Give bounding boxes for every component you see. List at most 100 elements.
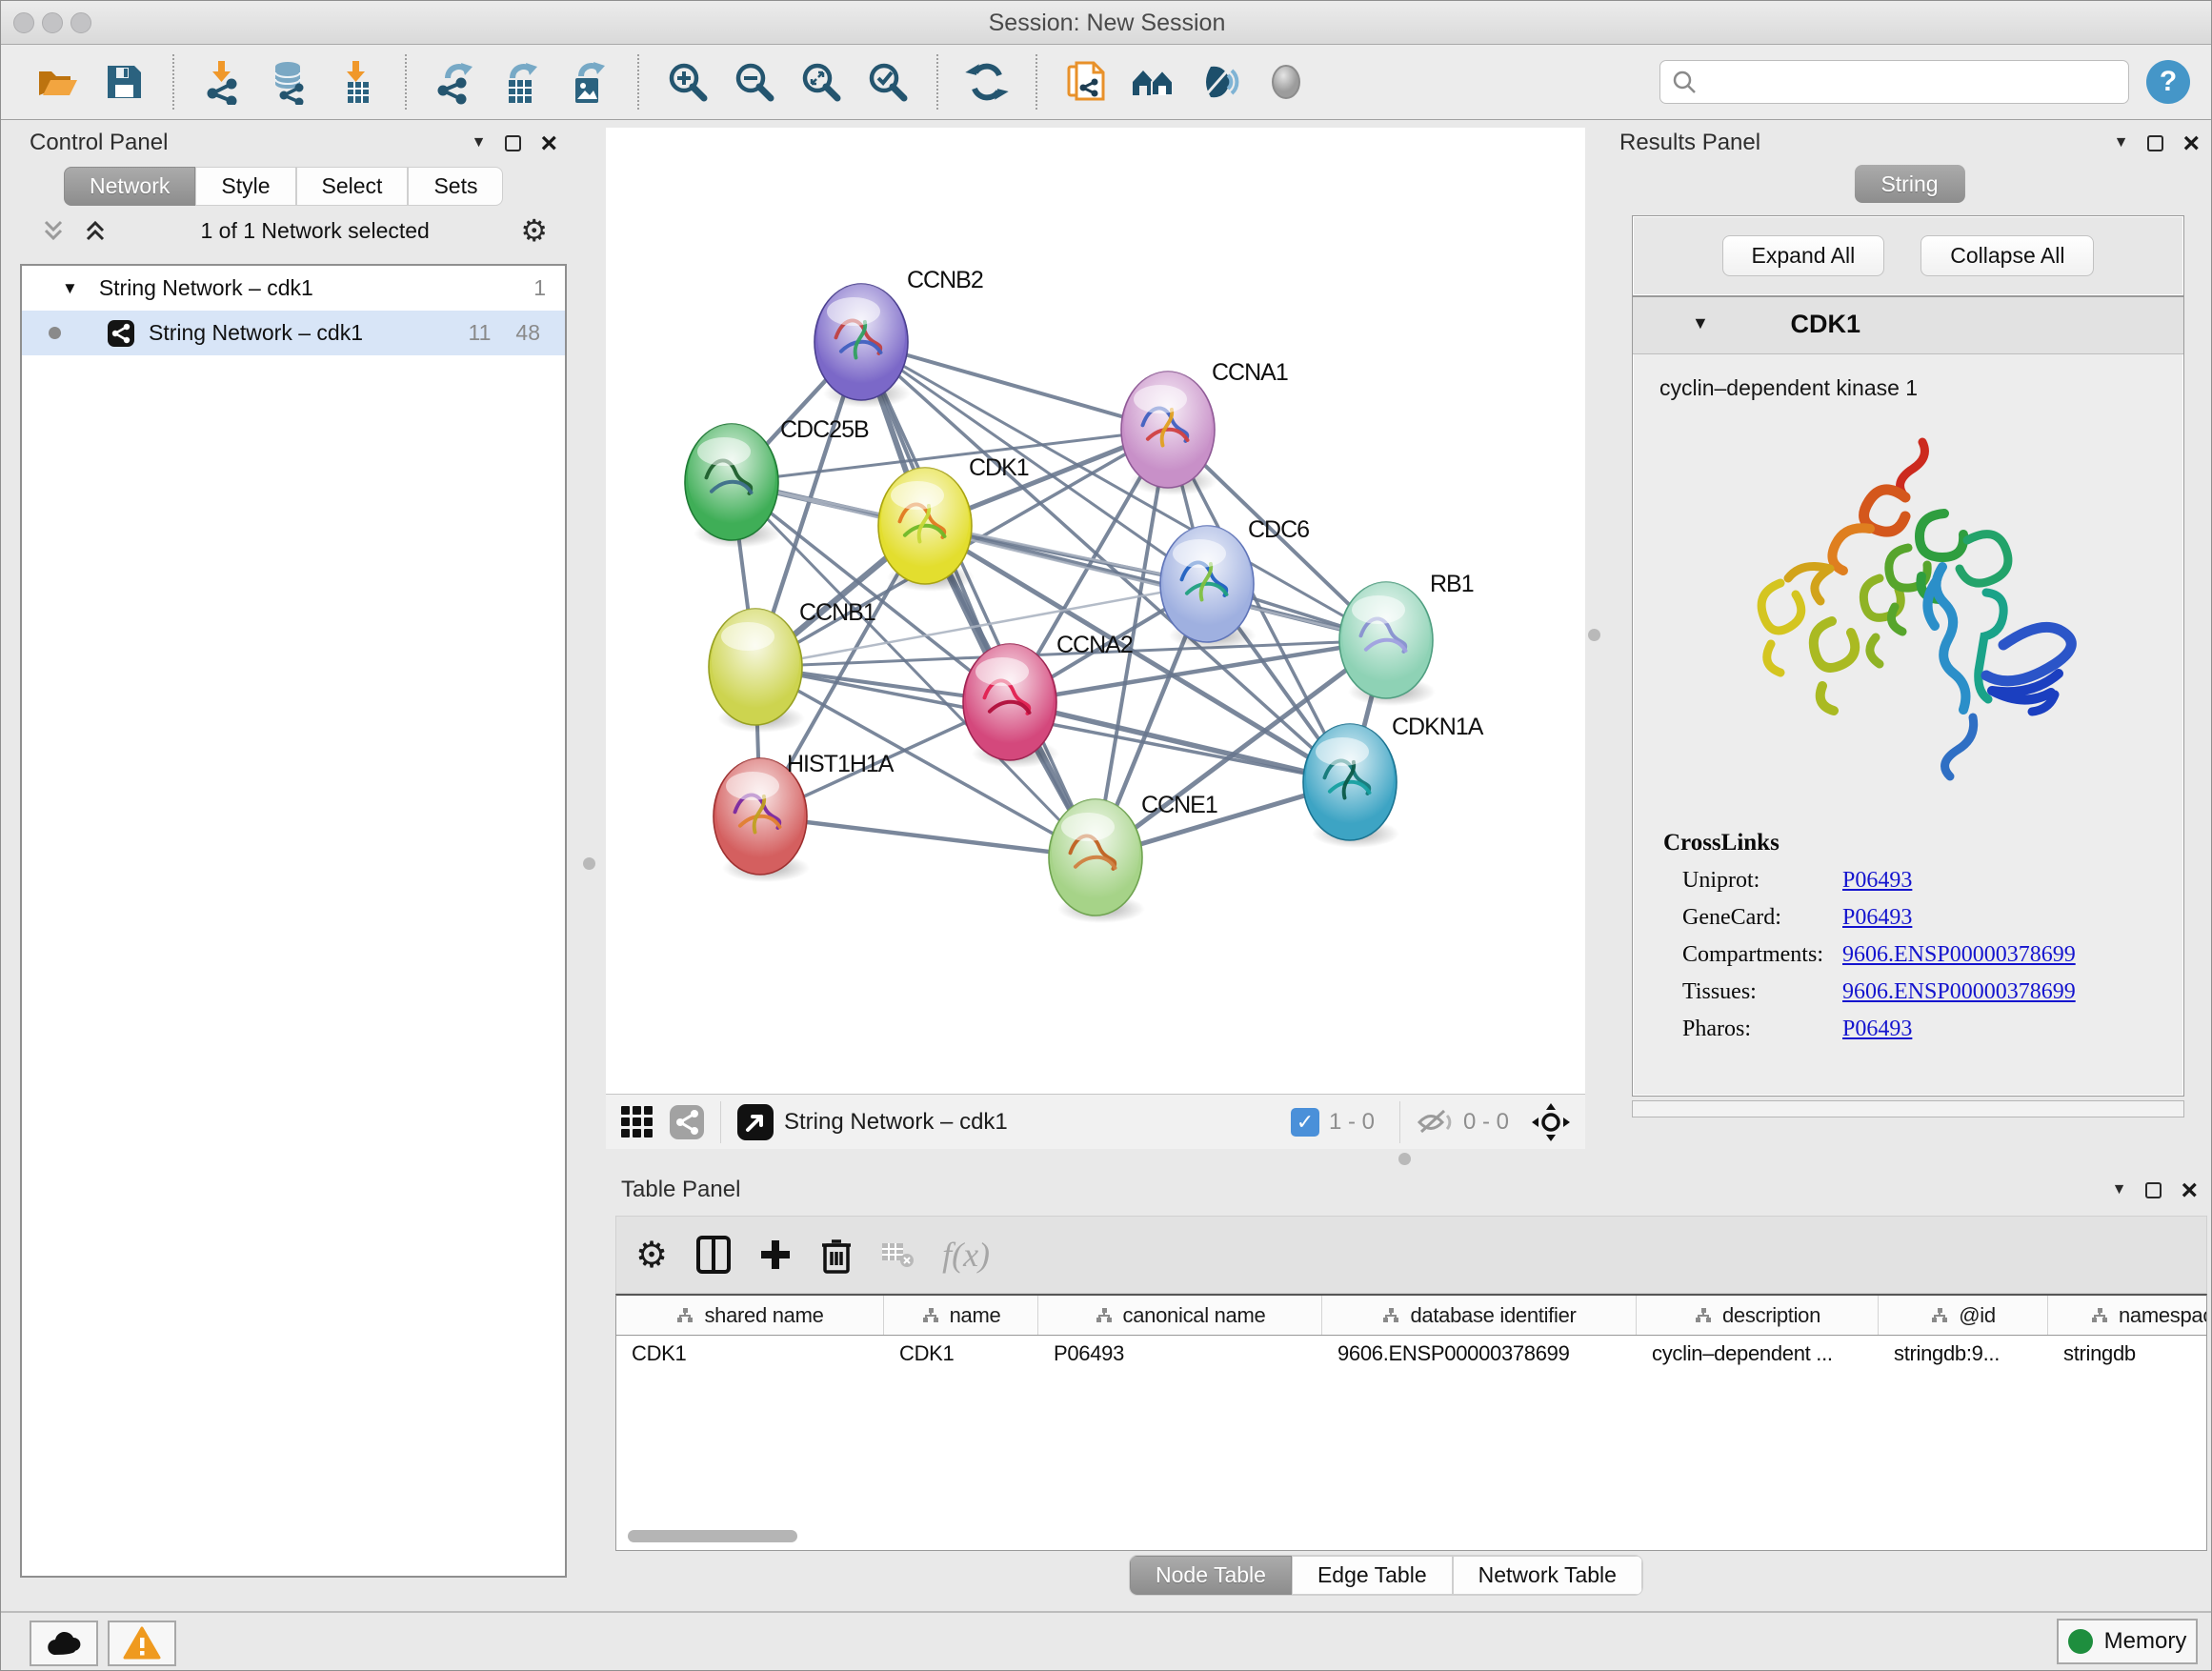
- tab-network[interactable]: Network: [64, 167, 195, 206]
- network-node-CCNB2[interactable]: [814, 284, 911, 408]
- network-edge-CCNE1-HIST1H1A[interactable]: [760, 816, 1096, 857]
- grid-view-icon[interactable]: [619, 1104, 655, 1140]
- table-cell[interactable]: stringdb: [2048, 1336, 2207, 1376]
- tab-network-table[interactable]: Network Table: [1453, 1556, 1642, 1595]
- refresh-icon[interactable]: [963, 58, 1011, 106]
- collapse-all-icon[interactable]: [39, 216, 68, 245]
- zoom-fit-icon[interactable]: [797, 58, 845, 106]
- table-cell[interactable]: 9606.ENSP00000378699: [1322, 1336, 1637, 1376]
- table-cell[interactable]: stringdb:9...: [1879, 1336, 2048, 1376]
- expand-all-icon[interactable]: [81, 216, 110, 245]
- import-network-from-database-icon[interactable]: [266, 58, 313, 106]
- string-settings-eye-icon[interactable]: [1262, 58, 1310, 106]
- left-splitter-handle[interactable]: [583, 857, 595, 870]
- column-header-database-identifier[interactable]: database identifier: [1322, 1296, 1637, 1335]
- table-cell[interactable]: P06493: [1038, 1336, 1322, 1376]
- open-session-icon[interactable]: [33, 58, 81, 106]
- network-node-CCNA1[interactable]: [1121, 372, 1217, 495]
- results-panel-menu-icon[interactable]: ▼: [2114, 134, 2129, 151]
- add-column-icon[interactable]: [759, 1238, 792, 1271]
- crosslink-link[interactable]: 9606.ENSP00000378699: [1842, 942, 2076, 968]
- tab-select[interactable]: Select: [296, 167, 409, 206]
- zoom-in-icon[interactable]: [664, 58, 712, 106]
- column-header-name[interactable]: name: [884, 1296, 1038, 1335]
- column-header-namespace[interactable]: namespace: [2048, 1296, 2207, 1335]
- fit-content-crosshair-icon[interactable]: [1530, 1101, 1572, 1143]
- import-network-icon[interactable]: [199, 58, 247, 106]
- network-collection-row[interactable]: ▼ String Network – cdk1 1: [22, 266, 565, 311]
- string-import-icon[interactable]: [1062, 58, 1110, 106]
- column-header-description[interactable]: description: [1637, 1296, 1879, 1335]
- network-node-CDKN1A[interactable]: [1303, 724, 1399, 848]
- tab-sets[interactable]: Sets: [408, 167, 503, 206]
- results-scroll-track[interactable]: [1632, 1100, 2184, 1117]
- table-settings-gear-icon[interactable]: ⚙: [635, 1234, 668, 1277]
- string-enhance-icon[interactable]: [1196, 58, 1243, 106]
- network-edge-CCNB2-CCNE1[interactable]: [861, 342, 1096, 857]
- save-session-icon[interactable]: [100, 58, 148, 106]
- collection-expander-icon[interactable]: ▼: [62, 279, 78, 298]
- export-network-icon[interactable]: [432, 58, 479, 106]
- column-header-canonical-name[interactable]: canonical name: [1038, 1296, 1322, 1335]
- tab-string[interactable]: String: [1854, 165, 1964, 203]
- selected-checkbox-icon[interactable]: ✓: [1291, 1108, 1319, 1137]
- crosslink-link[interactable]: P06493: [1842, 868, 1912, 894]
- table-panel-float-icon[interactable]: [2145, 1182, 2162, 1198]
- birdseye-view-icon[interactable]: [736, 1103, 774, 1141]
- table-cell[interactable]: CDK1: [884, 1336, 1038, 1376]
- search-box[interactable]: [1659, 60, 2129, 104]
- tab-node-table[interactable]: Node Table: [1130, 1556, 1292, 1595]
- network-node-CDC6[interactable]: [1160, 526, 1257, 650]
- node-label-CCNA2: CCNA2: [1056, 632, 1133, 658]
- warnings-button[interactable]: [108, 1621, 176, 1666]
- export-image-icon[interactable]: [565, 58, 613, 106]
- column-header--id[interactable]: @id: [1879, 1296, 2048, 1335]
- network-label: String Network – cdk1: [149, 320, 469, 346]
- network-node-CCNB1[interactable]: [709, 609, 805, 733]
- search-input[interactable]: [1706, 69, 2117, 95]
- network-view-canvas[interactable]: CCNB2CCNA1CDC25BCDK1CDC6RB1CCNB1CCNA2CDK…: [606, 128, 1585, 1094]
- table-cell[interactable]: CDK1: [616, 1336, 884, 1376]
- tab-edge-table[interactable]: Edge Table: [1292, 1556, 1453, 1595]
- table-panel-close-icon[interactable]: ×: [2181, 1182, 2198, 1198]
- collapse-all-button[interactable]: Collapse All: [1920, 235, 2094, 276]
- column-header-shared-name[interactable]: shared name: [616, 1296, 884, 1335]
- export-table-icon[interactable]: [498, 58, 546, 106]
- string-view-icon[interactable]: [669, 1104, 705, 1140]
- control-panel-close-icon[interactable]: ×: [540, 135, 557, 151]
- table-horizontal-scrollbar[interactable]: [628, 1530, 797, 1542]
- delete-column-icon[interactable]: [820, 1236, 853, 1274]
- table-row[interactable]: CDK1CDK1P064939606.ENSP00000378699cyclin…: [616, 1336, 2206, 1376]
- network-node-RB1[interactable]: [1339, 582, 1436, 706]
- table-panel-menu-icon[interactable]: ▼: [2112, 1181, 2127, 1198]
- crosslink-link[interactable]: P06493: [1842, 905, 1912, 931]
- network-row-selected[interactable]: String Network – cdk1 11 48: [22, 311, 565, 355]
- network-node-CCNA2[interactable]: [963, 644, 1059, 768]
- control-panel-float-icon[interactable]: [505, 135, 521, 151]
- expand-all-button[interactable]: Expand All: [1722, 235, 1885, 276]
- show-columns-icon[interactable]: [696, 1236, 731, 1274]
- network-options-gear-icon[interactable]: ⚙: [520, 212, 548, 249]
- help-button[interactable]: ?: [2146, 60, 2190, 104]
- import-table-icon[interactable]: [332, 58, 380, 106]
- crosslink-link[interactable]: P06493: [1842, 1017, 1912, 1042]
- string-home-icon[interactable]: [1129, 58, 1176, 106]
- results-panel-float-icon[interactable]: [2147, 135, 2163, 151]
- memory-button[interactable]: Memory: [2057, 1619, 2198, 1664]
- network-node-CCNE1[interactable]: [1049, 799, 1145, 923]
- zoom-selected-icon[interactable]: [864, 58, 912, 106]
- right-splitter-handle[interactable]: [1588, 629, 1600, 641]
- results-panel-close-icon[interactable]: ×: [2182, 135, 2200, 151]
- horizontal-splitter-handle[interactable]: [1398, 1153, 1411, 1165]
- control-panel-menu-icon[interactable]: ▼: [472, 134, 487, 151]
- tab-style[interactable]: Style: [195, 167, 295, 206]
- hidden-eye-icon[interactable]: [1416, 1106, 1454, 1138]
- hidden-counts: 0 - 0: [1463, 1109, 1509, 1136]
- zoom-out-icon[interactable]: [731, 58, 778, 106]
- network-node-CDC25B[interactable]: [685, 424, 781, 548]
- protein-card-header[interactable]: ▼ CDK1: [1633, 297, 2183, 354]
- cloud-status-button[interactable]: [30, 1621, 98, 1666]
- network-node-CDK1[interactable]: [878, 468, 975, 592]
- table-cell[interactable]: cyclin–dependent ...: [1637, 1336, 1879, 1376]
- crosslink-link[interactable]: 9606.ENSP00000378699: [1842, 979, 2076, 1005]
